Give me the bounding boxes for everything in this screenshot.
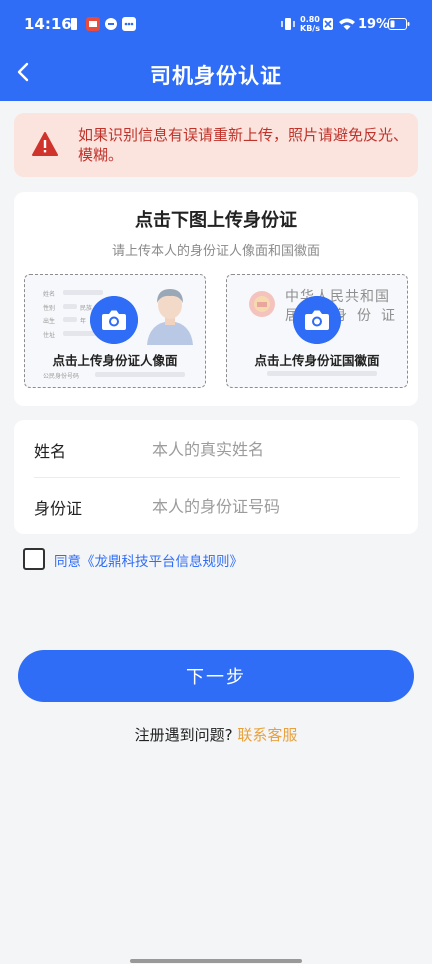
- name-row: 姓名: [14, 420, 418, 478]
- sample-line: [63, 304, 77, 309]
- help-prefix: 注册遇到问题?: [134, 726, 233, 744]
- upload-back-label: 点击上传身份证国徽面: [254, 353, 380, 368]
- upload-front-label: 点击上传身份证人像面: [52, 353, 178, 368]
- net-speed: 0.80 KB/s: [299, 15, 321, 33]
- sample-address-field: 住址: [43, 332, 56, 339]
- status-bar: 14:16 0.80 KB/s 19%: [0, 0, 432, 50]
- id-number-input[interactable]: [150, 489, 404, 523]
- sample-year-field: 年: [80, 318, 87, 325]
- sample-id-number-field: 公民身份号码: [43, 373, 80, 380]
- help-line: 注册遇到问题? 联系客服: [0, 724, 432, 745]
- sample-line: [63, 317, 77, 322]
- status-time: 14:16: [24, 15, 72, 33]
- name-input[interactable]: [150, 432, 404, 466]
- sample-name-field: 姓名: [43, 291, 56, 298]
- page-title: 司机身份认证: [150, 64, 282, 88]
- sample-gender-field: 性别: [43, 305, 56, 312]
- app-header: 14:16 0.80 KB/s 19% 司机身份认证: [0, 0, 432, 101]
- camera-icon[interactable]: [90, 296, 138, 344]
- camera-icon[interactable]: [293, 296, 341, 344]
- sync-icon: [105, 18, 117, 30]
- net-speed-unit: KB/s: [300, 24, 320, 33]
- warning-banner: 如果识别信息有误请重新上传，照片请避免反光、模糊。: [14, 113, 418, 177]
- wifi-icon: [339, 18, 355, 30]
- name-label: 姓名: [34, 442, 67, 461]
- warning-icon: [32, 132, 58, 156]
- net-speed-value: 0.80: [300, 15, 320, 24]
- warning-text: 如果识别信息有误请重新上传，照片请避免反光、模糊。: [78, 126, 409, 164]
- app-notification-icon: [86, 17, 100, 31]
- sample-line: [95, 372, 185, 377]
- contact-support-link[interactable]: 联系客服: [237, 726, 297, 744]
- agreement-checkbox[interactable]: [23, 548, 45, 570]
- battery-icon: [388, 18, 410, 30]
- agreement-link[interactable]: 同意《龙鼎科技平台信息规则》: [54, 550, 243, 570]
- sample-line: [63, 290, 103, 295]
- more-notification-icon: [122, 17, 136, 31]
- upload-subtitle: 请上传本人的身份证人像面和国徽面: [111, 244, 320, 259]
- upload-title: 点击下图上传身份证: [135, 210, 297, 231]
- next-step-button[interactable]: 下一步: [18, 650, 414, 702]
- sample-line: [267, 371, 377, 376]
- vibrate-icon: [281, 18, 295, 30]
- id-number-label: 身份证: [34, 499, 83, 518]
- identity-form: 姓名 身份证: [14, 420, 418, 534]
- home-indicator[interactable]: [130, 959, 302, 963]
- data-off-icon: [323, 18, 333, 30]
- id-row: 身份证: [14, 477, 418, 534]
- battery-percent: 19%: [358, 17, 390, 32]
- portrait-placeholder-icon: [147, 289, 193, 345]
- national-emblem-icon: [249, 291, 275, 317]
- sim-icon: [71, 18, 77, 30]
- sample-ethnicity-field: 民族: [80, 305, 93, 312]
- id-upload-card: 点击下图上传身份证 请上传本人的身份证人像面和国徽面 姓名 性别 民族 出生 年…: [14, 192, 418, 406]
- sample-birth-field: 出生: [43, 318, 56, 325]
